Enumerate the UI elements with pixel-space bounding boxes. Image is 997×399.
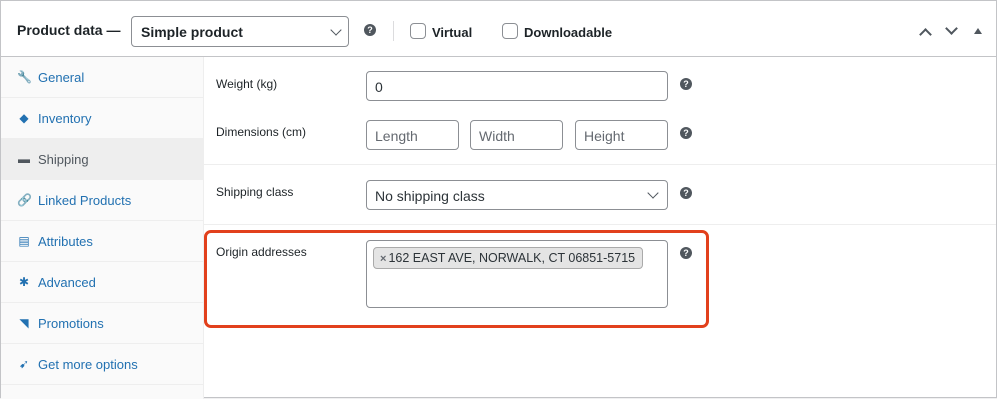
shipping-class-value: No shipping class — [375, 188, 485, 204]
tab-general[interactable]: 🔧 General — [1, 57, 203, 98]
tab-promotions[interactable]: ◥ Promotions — [1, 303, 203, 344]
tab-shipping[interactable]: ▬ Shipping — [1, 139, 203, 180]
help-icon[interactable]: ? — [364, 24, 376, 36]
tab-get-more-options[interactable]: ➹ Get more options — [1, 344, 203, 385]
weight-label: Weight (kg) — [216, 77, 278, 91]
truck-icon: ▬ — [18, 152, 30, 166]
downloadable-label[interactable]: Downloadable — [524, 25, 612, 40]
product-type-select[interactable]: Simple product — [131, 16, 349, 47]
tab-label: Advanced — [38, 275, 96, 290]
tab-label: Attributes — [38, 234, 93, 249]
product-data-tabs: 🔧 General ◆ Inventory ▬ Shipping 🔗 Linke… — [1, 57, 204, 399]
panel-header: Product data — Simple product ? Virtual … — [1, 1, 996, 57]
length-placeholder: Length — [375, 128, 418, 144]
tab-label: Linked Products — [38, 193, 132, 208]
tab-advanced[interactable]: ✱ Advanced — [1, 262, 203, 303]
product-data-panel: Product data — Simple product ? Virtual … — [0, 0, 997, 399]
tab-inventory[interactable]: ◆ Inventory — [1, 98, 203, 139]
panel-title: Product data — — [17, 22, 121, 38]
section-divider — [204, 224, 996, 225]
product-type-value: Simple product — [141, 24, 243, 40]
help-icon[interactable]: ? — [680, 127, 692, 139]
chevron-down-icon — [647, 187, 659, 199]
section-divider — [204, 164, 996, 165]
tab-label: Get more options — [38, 357, 138, 372]
plugin-icon: ➹ — [18, 357, 30, 371]
shipping-panel: Weight (kg) 0 ? Dimensions (cm) Length W… — [204, 57, 996, 397]
tab-linked-products[interactable]: 🔗 Linked Products — [1, 180, 203, 221]
chevron-down-icon — [330, 24, 342, 36]
virtual-label[interactable]: Virtual — [432, 25, 472, 40]
tab-label: General — [38, 70, 85, 85]
help-icon[interactable]: ? — [680, 78, 692, 90]
length-input[interactable]: Length — [366, 120, 459, 150]
pin-icon: ◥ — [19, 316, 29, 330]
downloadable-checkbox[interactable] — [502, 23, 518, 39]
virtual-checkbox[interactable] — [410, 23, 426, 39]
header-divider — [393, 21, 394, 41]
tab-label: Promotions — [38, 316, 104, 331]
width-input[interactable]: Width — [470, 120, 563, 150]
width-placeholder: Width — [479, 128, 515, 144]
tab-attributes[interactable]: ▤ Attributes — [1, 221, 203, 262]
list-icon: ▤ — [18, 234, 30, 248]
gear-icon: ✱ — [18, 275, 30, 289]
weight-input[interactable]: 0 — [366, 71, 668, 101]
shipping-class-label: Shipping class — [216, 185, 294, 199]
dimensions-label: Dimensions (cm) — [216, 125, 307, 139]
tab-label: Inventory — [38, 111, 92, 126]
weight-value: 0 — [375, 79, 383, 95]
height-placeholder: Height — [584, 128, 625, 144]
link-icon: 🔗 — [17, 193, 32, 207]
collapse-toggle-icon[interactable] — [974, 28, 982, 34]
move-up-icon[interactable] — [919, 28, 932, 41]
tag-icon: ◆ — [19, 111, 29, 125]
tab-label: Shipping — [38, 152, 89, 167]
highlight-box — [204, 230, 709, 328]
help-icon[interactable]: ? — [680, 187, 692, 199]
height-input[interactable]: Height — [575, 120, 668, 150]
move-down-icon[interactable] — [945, 22, 958, 35]
shipping-class-select[interactable]: No shipping class — [366, 180, 668, 210]
wrench-icon: 🔧 — [17, 70, 32, 84]
